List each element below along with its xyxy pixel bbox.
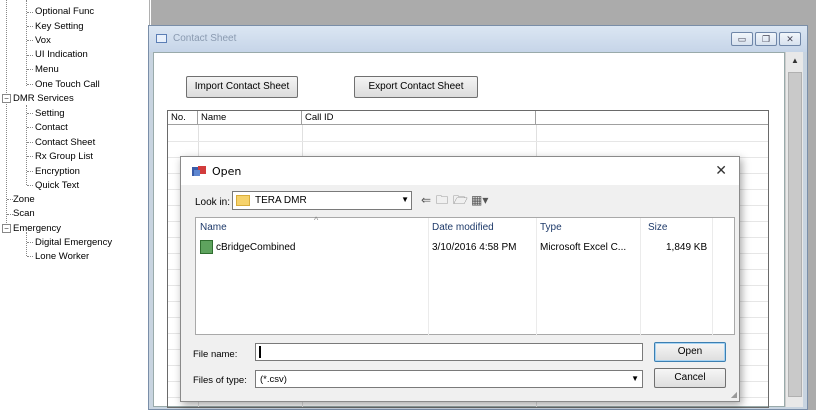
grid-header: No. Name Call ID [168,111,768,125]
up-folder-icon[interactable]: 🗀 [436,193,448,207]
minimize-icon[interactable]: ▭ [731,32,753,46]
cancel-button[interactable]: Cancel [654,368,726,388]
chevron-down-icon[interactable]: ▼ [401,195,409,204]
export-contact-sheet-button[interactable]: Export Contact Sheet [354,76,478,98]
tree-item-lone-worker[interactable]: Lone Worker [35,251,89,262]
close-icon[interactable]: ✕ [779,32,801,46]
column-header-size[interactable]: Size [648,222,667,233]
window-icon [156,34,167,43]
tree-item-dmr-services[interactable]: DMR Services [13,93,74,104]
tree-guide [26,105,27,185]
look-in-label: Look in: [195,197,231,208]
scroll-up-icon[interactable]: ▲ [786,52,804,70]
close-icon[interactable]: ✕ [715,162,727,179]
text-cursor [259,346,261,358]
column-header-type[interactable]: Type [540,222,562,233]
back-arrow-icon[interactable]: ⇐ [421,193,431,207]
column-header-call-id[interactable]: Call ID [302,111,536,125]
tree-item-ui-indication[interactable]: UI Indication [35,49,88,60]
collapse-icon[interactable]: − [2,224,11,233]
tree-item-contact-sheet[interactable]: Contact Sheet [35,137,95,148]
tree-item-contact[interactable]: Contact [35,122,68,133]
sort-up-icon: ^ [314,215,319,225]
file-name-label: File name: [193,349,238,360]
file-type: Microsoft Excel C... [540,242,627,253]
column-header-name[interactable]: Name [200,222,227,233]
column-header-name[interactable]: Name [198,111,302,125]
dialog-title: Open [212,165,242,178]
tree-item-encryption[interactable]: Encryption [35,166,80,177]
file-date: 3/10/2016 4:58 PM [432,242,517,253]
new-folder-icon[interactable]: 🗁 [453,193,468,207]
file-name-input[interactable] [255,343,643,361]
column-header-date-modified[interactable]: Date modified [432,222,494,233]
excel-file-icon [200,240,213,254]
look-in-value: TERA DMR [255,195,307,206]
vertical-scrollbar[interactable]: ▲ [785,52,803,407]
column-header-extra[interactable] [536,111,769,125]
tree-item-one-touch-call[interactable]: One Touch Call [35,79,100,90]
file-list[interactable]: Name ^ Date modified Type Size cBridgeCo… [195,215,735,336]
files-of-type-select[interactable]: (*.csv) ▼ [255,370,643,388]
device-tree: Optional Func Key Setting Vox UI Indicat… [0,0,150,410]
tree-item-rx-group-list[interactable]: Rx Group List [35,151,93,162]
open-dialog: Open ✕ Look in: TERA DMR ▼ ⇐ 🗀 🗁 ▦▾ Name… [180,156,740,402]
tree-item-optional-func[interactable]: Optional Func [35,6,94,17]
file-size: 1,849 KB [666,242,708,253]
import-contact-sheet-button[interactable]: Import Contact Sheet [186,76,298,98]
view-menu-icon[interactable]: ▦▾ [471,193,488,207]
collapse-icon[interactable]: − [2,94,11,103]
look-in-combobox[interactable]: TERA DMR ▼ [232,191,412,210]
files-of-type-value: (*.csv) [260,374,287,385]
column-header-no[interactable]: No. [168,111,198,125]
dialog-title-bar[interactable]: Open ✕ [181,157,739,185]
open-folder-icon [192,166,206,176]
tree-item-menu[interactable]: Menu [35,64,59,75]
tree-item-emergency[interactable]: Emergency [13,223,61,234]
open-button[interactable]: Open [654,342,726,362]
tree-item-digital-emergency[interactable]: Digital Emergency [35,237,112,248]
tree-item-zone[interactable]: Zone [13,194,35,205]
tree-item-quick-text[interactable]: Quick Text [35,180,79,191]
files-of-type-label: Files of type: [193,375,247,386]
tree-item-setting[interactable]: Setting [35,108,65,119]
window-title: Contact Sheet [173,33,237,44]
chevron-down-icon[interactable]: ▼ [631,374,639,383]
tree-item-scan[interactable]: Scan [13,208,35,219]
scroll-thumb[interactable] [788,72,802,397]
file-name[interactable]: cBridgeCombined [216,242,296,253]
window-title-bar[interactable]: Contact Sheet ▭ ❐ ✕ [149,26,807,52]
restore-icon[interactable]: ❐ [755,32,777,46]
tree-guide [6,0,7,231]
tree-item-vox[interactable]: Vox [35,35,51,46]
resize-grip-icon[interactable]: ◢ [731,390,737,399]
tree-item-key-setting[interactable]: Key Setting [35,21,84,32]
tree-guide [26,232,27,256]
folder-icon [236,195,250,206]
